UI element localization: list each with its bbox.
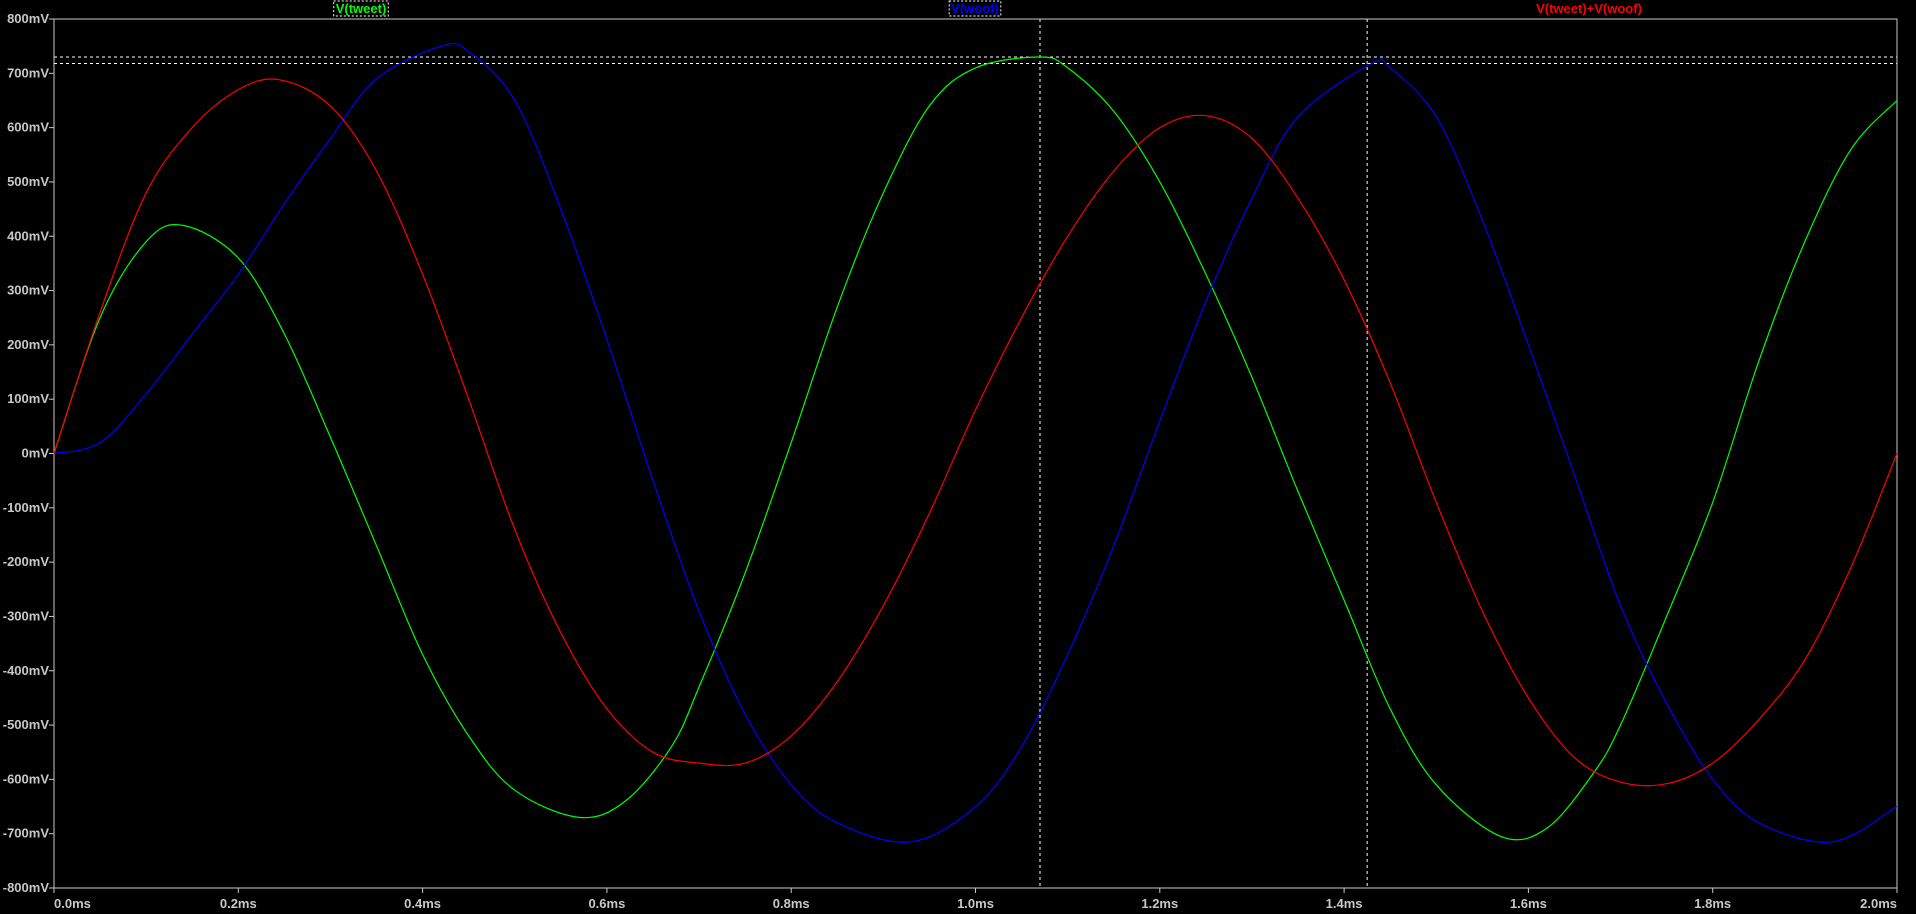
plot-background (0, 0, 1916, 914)
waveform-plot[interactable]: 800mV 700mV 600mV 500mV 400mV 300mV 200mV 100mV… (0, 0, 1916, 914)
y-tick-label: 600mV (7, 120, 49, 135)
y-tick-label: -400mV (3, 663, 50, 678)
y-tick-label: 100mV (7, 391, 49, 406)
legend-label-0[interactable]: V(tweet) (336, 1, 387, 16)
y-tick-label: 800mV (7, 11, 49, 26)
x-tick-label: 1.2ms (1141, 896, 1178, 911)
x-tick-label: 0.4ms (404, 896, 441, 911)
x-tick-label: 1.4ms (1326, 896, 1363, 911)
y-tick-label: -800mV (3, 880, 50, 895)
y-tick-label: 200mV (7, 337, 49, 352)
y-tick-label: -700mV (3, 826, 50, 841)
x-tick-label: 2.0ms (1860, 896, 1897, 911)
y-tick-label: -200mV (3, 554, 50, 569)
y-tick-label: 700mV (7, 65, 49, 80)
y-tick-label: 400mV (7, 228, 49, 243)
x-tick-label: 0.2ms (220, 896, 257, 911)
x-tick-label: 0.8ms (773, 896, 810, 911)
legend-label-2[interactable]: V(tweet)+V(woof) (1536, 1, 1642, 16)
y-tick-label: -100mV (3, 500, 50, 515)
x-tick-label: 1.8ms (1694, 896, 1731, 911)
y-tick-label: 300mV (7, 283, 49, 298)
x-tick-label: 0.6ms (588, 896, 625, 911)
y-tick-label: -600mV (3, 771, 50, 786)
y-tick-label: -300mV (3, 608, 50, 623)
x-tick-label: 0.0ms (54, 896, 91, 911)
y-tick-label: 0mV (22, 446, 50, 461)
y-tick-label: 500mV (7, 174, 49, 189)
x-tick-label: 1.0ms (957, 896, 994, 911)
legend-label-1[interactable]: V(woof) (951, 1, 999, 16)
y-tick-label: -500mV (3, 717, 50, 732)
x-tick-label: 1.6ms (1510, 896, 1547, 911)
